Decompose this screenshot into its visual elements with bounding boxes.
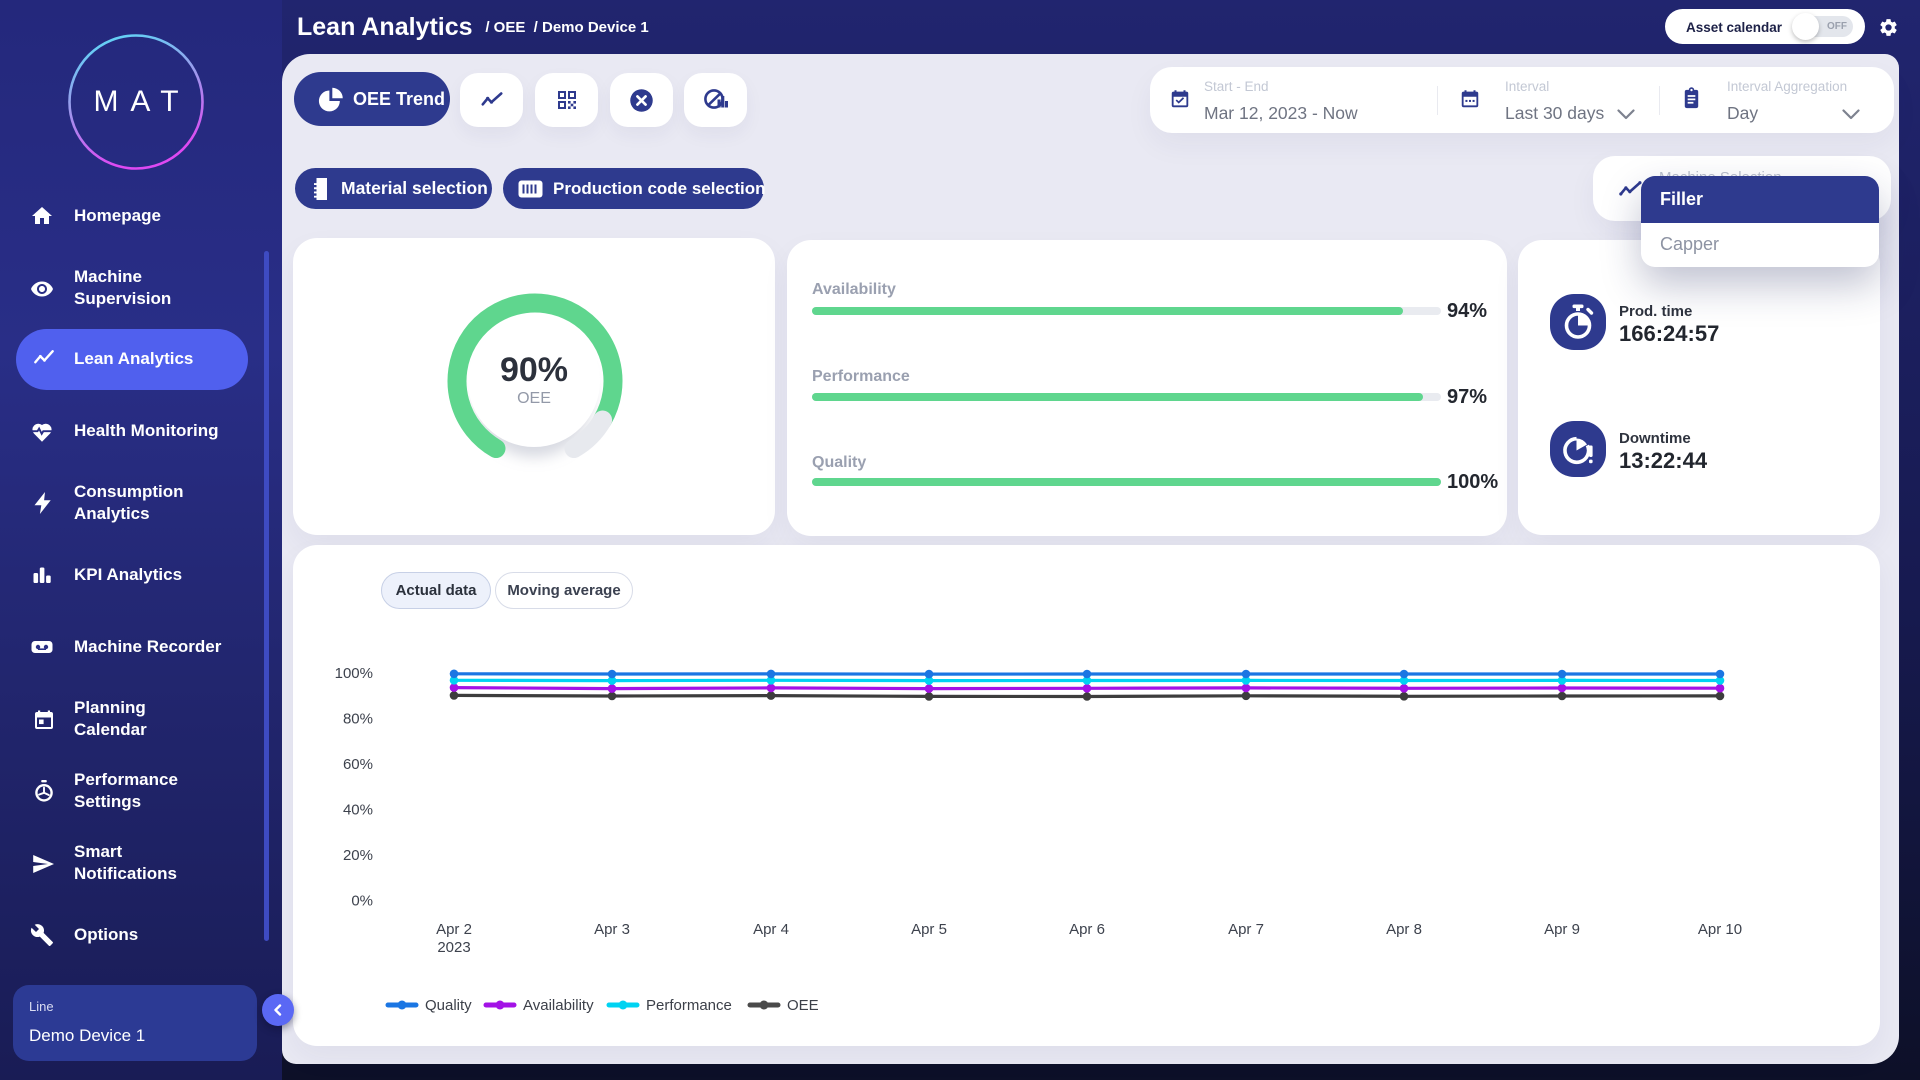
svg-text:Apr 4: Apr 4 xyxy=(753,921,789,938)
svg-text:80%: 80% xyxy=(343,711,373,728)
svg-text:100%: 100% xyxy=(335,665,373,682)
svg-text:Apr 8: Apr 8 xyxy=(1386,921,1422,938)
svg-text:60%: 60% xyxy=(343,756,373,773)
svg-text:Performance: Performance xyxy=(646,997,732,1014)
svg-text:OEE: OEE xyxy=(787,997,819,1014)
svg-text:40%: 40% xyxy=(343,802,373,819)
svg-text:Availability: Availability xyxy=(523,997,594,1014)
svg-text:Apr 3: Apr 3 xyxy=(594,921,630,938)
svg-text:Apr 9: Apr 9 xyxy=(1544,921,1580,938)
svg-text:Apr 7: Apr 7 xyxy=(1228,921,1264,938)
svg-text:2023: 2023 xyxy=(437,939,470,956)
svg-text:20%: 20% xyxy=(343,847,373,864)
svg-text:Apr 6: Apr 6 xyxy=(1069,921,1105,938)
svg-text:Quality: Quality xyxy=(425,997,472,1014)
svg-text:0%: 0% xyxy=(351,893,373,910)
svg-text:Apr 10: Apr 10 xyxy=(1698,921,1742,938)
svg-text:Apr 2: Apr 2 xyxy=(436,921,472,938)
svg-text:Apr 5: Apr 5 xyxy=(911,921,947,938)
